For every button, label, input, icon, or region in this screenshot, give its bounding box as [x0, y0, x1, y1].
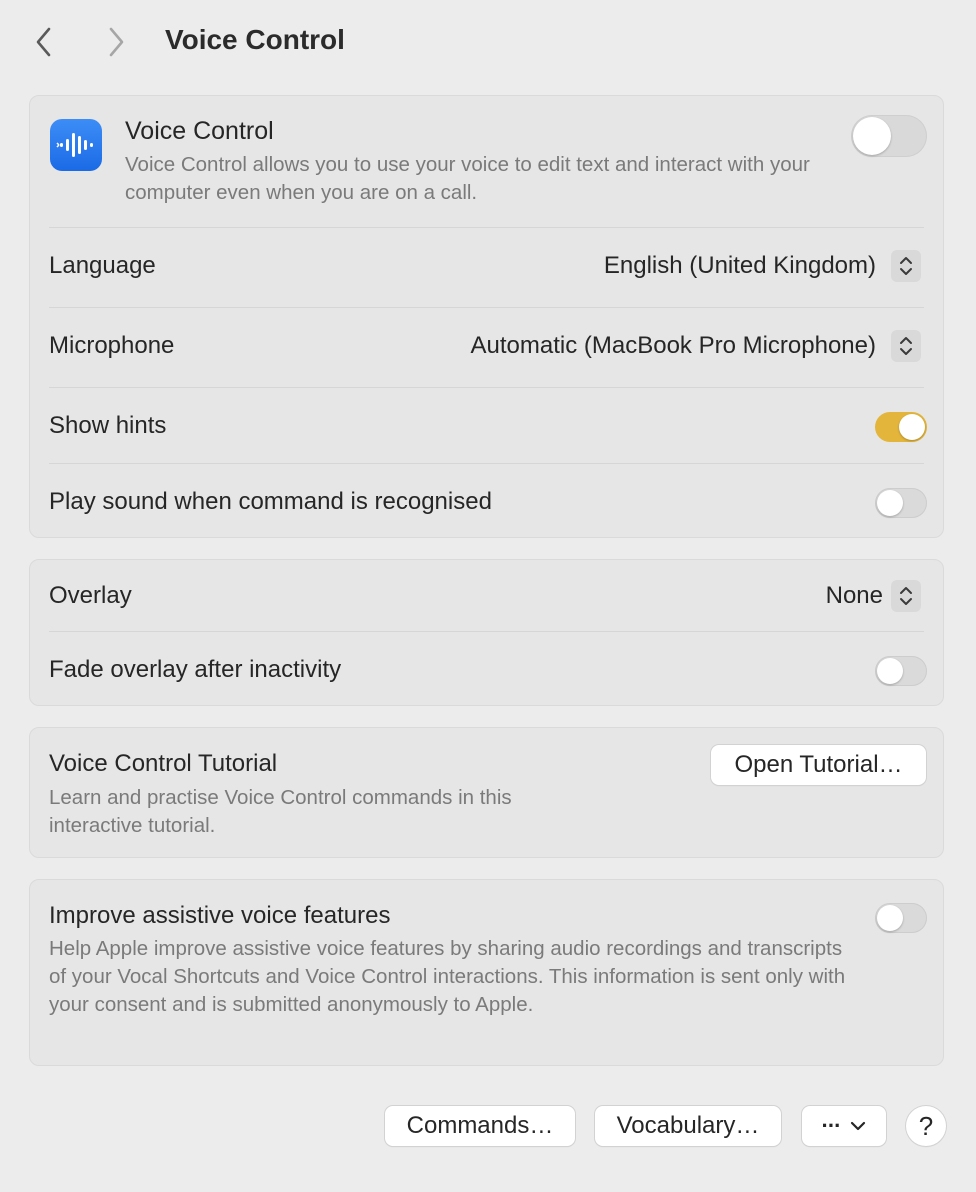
- show-hints-label: Show hints: [49, 412, 167, 439]
- voice-control-toggle[interactable]: [851, 115, 927, 157]
- divider: [49, 631, 924, 632]
- ellipsis-icon: ···: [821, 1113, 842, 1138]
- commands-button[interactable]: Commands…: [385, 1106, 575, 1146]
- voice-control-app-icon: [50, 119, 102, 171]
- improve-voice-card: Improve assistive voice features Help Ap…: [29, 879, 944, 1066]
- play-sound-toggle[interactable]: [875, 488, 927, 518]
- toggle-knob: [877, 905, 903, 931]
- chevron-down-icon: [851, 1121, 866, 1131]
- overlay-popup-value[interactable]: None: [826, 582, 883, 610]
- divider: [49, 307, 924, 308]
- divider: [49, 463, 924, 464]
- divider: [49, 387, 924, 388]
- language-label: Language: [49, 252, 156, 279]
- improve-title: Improve assistive voice features: [49, 902, 391, 929]
- tutorial-title: Voice Control Tutorial: [49, 750, 278, 777]
- page-title: Voice Control: [165, 24, 345, 55]
- improve-voice-toggle[interactable]: [875, 903, 927, 933]
- improve-description: Help Apple improve assistive voice featu…: [49, 937, 846, 1016]
- fade-overlay-toggle[interactable]: [875, 656, 927, 686]
- tutorial-description: Learn and practise Voice Control command…: [49, 786, 512, 837]
- overlay-card: Overlay None Fade overlay after inactivi…: [29, 559, 944, 706]
- toggle-knob: [853, 117, 891, 155]
- back-button[interactable]: [26, 22, 62, 62]
- overlay-popup-button[interactable]: [891, 580, 921, 612]
- microphone-popup-value[interactable]: Automatic (MacBook Pro Microphone): [471, 332, 877, 360]
- toggle-knob: [899, 414, 925, 440]
- open-tutorial-button[interactable]: Open Tutorial…: [711, 745, 926, 785]
- voice-control-title: Voice Control: [125, 117, 274, 145]
- voice-control-card: Voice Control Voice Control allows you t…: [29, 95, 944, 538]
- voice-control-description: Voice Control allows you to use your voi…: [125, 153, 810, 204]
- more-actions-button[interactable]: ···: [802, 1106, 886, 1146]
- forward-button[interactable]: [98, 22, 134, 62]
- vocabulary-button[interactable]: Vocabulary…: [595, 1106, 781, 1146]
- microphone-label: Microphone: [49, 332, 175, 359]
- language-popup-value[interactable]: English (United Kingdom): [604, 252, 876, 280]
- chevron-left-icon: [36, 27, 51, 57]
- up-down-chevron-icon: [900, 257, 912, 275]
- fade-overlay-label: Fade overlay after inactivity: [49, 656, 342, 683]
- play-sound-label: Play sound when command is recognised: [49, 488, 492, 515]
- waveform-icon: [56, 133, 93, 157]
- microphone-popup-button[interactable]: [891, 330, 921, 362]
- up-down-chevron-icon: [900, 587, 912, 605]
- overlay-label: Overlay: [49, 582, 132, 609]
- chevron-right-icon: [109, 27, 124, 57]
- up-down-chevron-icon: [900, 337, 912, 355]
- toggle-knob: [877, 490, 903, 516]
- toggle-knob: [877, 658, 903, 684]
- divider: [49, 227, 924, 228]
- language-popup-button[interactable]: [891, 250, 921, 282]
- show-hints-toggle[interactable]: [875, 412, 927, 442]
- tutorial-card: Voice Control Tutorial Learn and practis…: [29, 727, 944, 858]
- help-button[interactable]: ?: [906, 1106, 946, 1146]
